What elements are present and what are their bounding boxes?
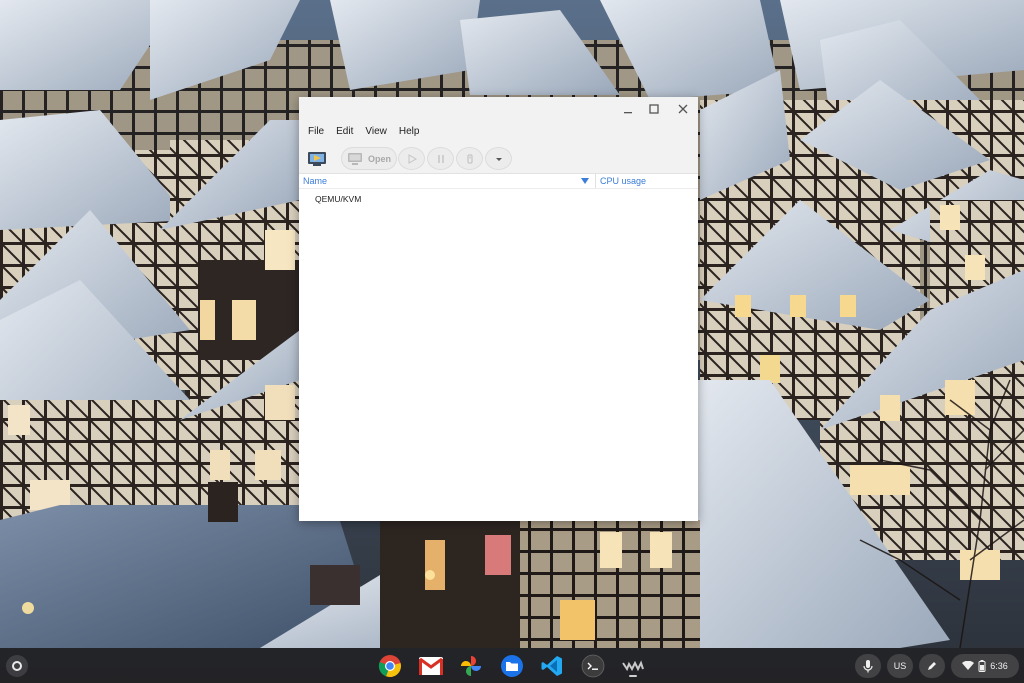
ime-label: US [893, 661, 907, 671]
play-icon [408, 153, 417, 164]
connection-name: QEMU/KVM [315, 194, 362, 204]
terminal-icon[interactable] [580, 653, 606, 679]
stylus-icon [928, 662, 936, 670]
files-icon[interactable] [499, 653, 525, 679]
maximize-icon [649, 104, 659, 114]
menu-view[interactable]: View [359, 121, 393, 143]
status-tray[interactable]: 6:36 [951, 654, 1019, 678]
close-icon [678, 104, 688, 114]
launcher-icon [12, 661, 22, 671]
toolbar: Open [299, 143, 698, 174]
battery-icon [978, 660, 986, 672]
launcher-button[interactable] [6, 655, 28, 677]
new-vm-icon [308, 151, 326, 166]
wifi-icon [962, 661, 975, 670]
console-icon [347, 152, 362, 165]
pause-icon [437, 154, 444, 163]
new-vm-button[interactable] [305, 147, 329, 170]
close-button[interactable] [672, 99, 694, 119]
microphone-icon [863, 660, 873, 673]
ime-button[interactable]: US [887, 654, 913, 678]
shelf: US 6:36 [0, 648, 1024, 683]
power-icon [467, 154, 472, 163]
run-button[interactable] [398, 147, 425, 170]
microphone-button[interactable] [855, 654, 881, 678]
title-bar[interactable] [299, 97, 698, 121]
cpu-usage-column-header[interactable]: CPU usage [596, 174, 698, 188]
cpu-usage-column-label: CPU usage [600, 176, 647, 186]
pause-button[interactable] [427, 147, 454, 170]
gmail-icon[interactable] [418, 653, 444, 679]
connection-list: QEMU/KVM [299, 189, 698, 207]
shutdown-options-button[interactable] [485, 147, 512, 170]
open-button[interactable]: Open [341, 147, 397, 170]
menu-help[interactable]: Help [393, 121, 426, 143]
clock-time: 6:36 [990, 661, 1008, 671]
list-item[interactable]: QEMU/KVM [299, 191, 698, 207]
virt-manager-window: File Edit View Help Open Name CPU usage … [299, 97, 698, 521]
menu-file[interactable]: File [302, 121, 330, 143]
menu-edit[interactable]: Edit [330, 121, 359, 143]
vscode-icon[interactable] [539, 653, 565, 679]
chevron-down-icon [495, 157, 502, 161]
chrome-icon[interactable] [377, 653, 403, 679]
name-column-label: Name [303, 176, 328, 186]
list-header: Name CPU usage [299, 174, 698, 189]
photos-icon[interactable] [458, 653, 484, 679]
shutdown-button[interactable] [456, 147, 483, 170]
virt-manager-icon[interactable] [620, 653, 646, 679]
name-column-header[interactable]: Name [299, 174, 596, 188]
maximize-button[interactable] [643, 99, 665, 119]
open-label: Open [367, 153, 391, 164]
menu-bar: File Edit View Help [299, 121, 698, 143]
minimize-button[interactable] [617, 99, 639, 119]
sort-arrow-icon [581, 178, 589, 184]
stylus-button[interactable] [919, 654, 945, 678]
minimize-icon [624, 112, 632, 114]
